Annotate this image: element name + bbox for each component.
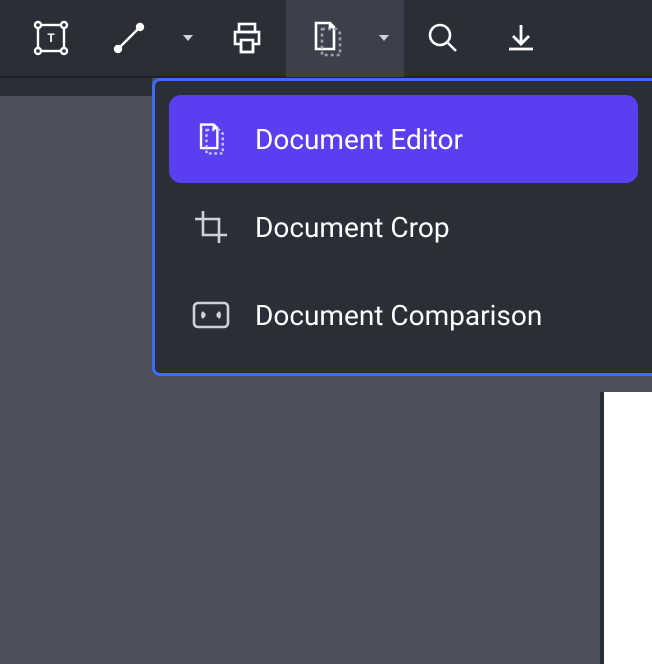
document-page-edge bbox=[600, 392, 652, 664]
document-editor-icon bbox=[191, 120, 231, 158]
menu-item-document-crop[interactable]: Document Crop bbox=[169, 183, 638, 271]
line-tool-button[interactable] bbox=[90, 0, 168, 77]
download-icon bbox=[502, 19, 540, 57]
download-button[interactable] bbox=[482, 0, 560, 77]
svg-text:T: T bbox=[47, 31, 55, 45]
app-root: T bbox=[0, 0, 652, 664]
document-tool-button[interactable] bbox=[286, 0, 364, 77]
menu-item-label: Document Comparison bbox=[255, 299, 542, 332]
toolbar: T bbox=[0, 0, 652, 78]
search-button[interactable] bbox=[404, 0, 482, 77]
document-tool-split bbox=[286, 0, 404, 77]
menu-item-label: Document Editor bbox=[255, 123, 463, 156]
chevron-down-icon bbox=[181, 31, 195, 45]
document-tool-menu: Document Editor Document Crop Document C… bbox=[152, 78, 652, 376]
text-frame-button[interactable]: T bbox=[12, 0, 90, 77]
document-editor-icon bbox=[304, 17, 346, 59]
menu-item-label: Document Crop bbox=[255, 211, 450, 244]
line-tool-dropdown[interactable] bbox=[168, 0, 208, 77]
document-tool-dropdown[interactable] bbox=[364, 0, 404, 77]
print-button[interactable] bbox=[208, 0, 286, 77]
toolbar-shadow bbox=[0, 78, 152, 96]
compare-icon bbox=[191, 299, 231, 331]
crop-icon bbox=[191, 209, 231, 245]
search-icon bbox=[424, 19, 462, 57]
chevron-down-icon bbox=[377, 31, 391, 45]
line-icon bbox=[110, 19, 148, 57]
print-icon bbox=[227, 18, 267, 58]
menu-item-document-editor[interactable]: Document Editor bbox=[169, 95, 638, 183]
menu-item-document-comparison[interactable]: Document Comparison bbox=[169, 271, 638, 359]
text-frame-icon: T bbox=[32, 19, 70, 57]
